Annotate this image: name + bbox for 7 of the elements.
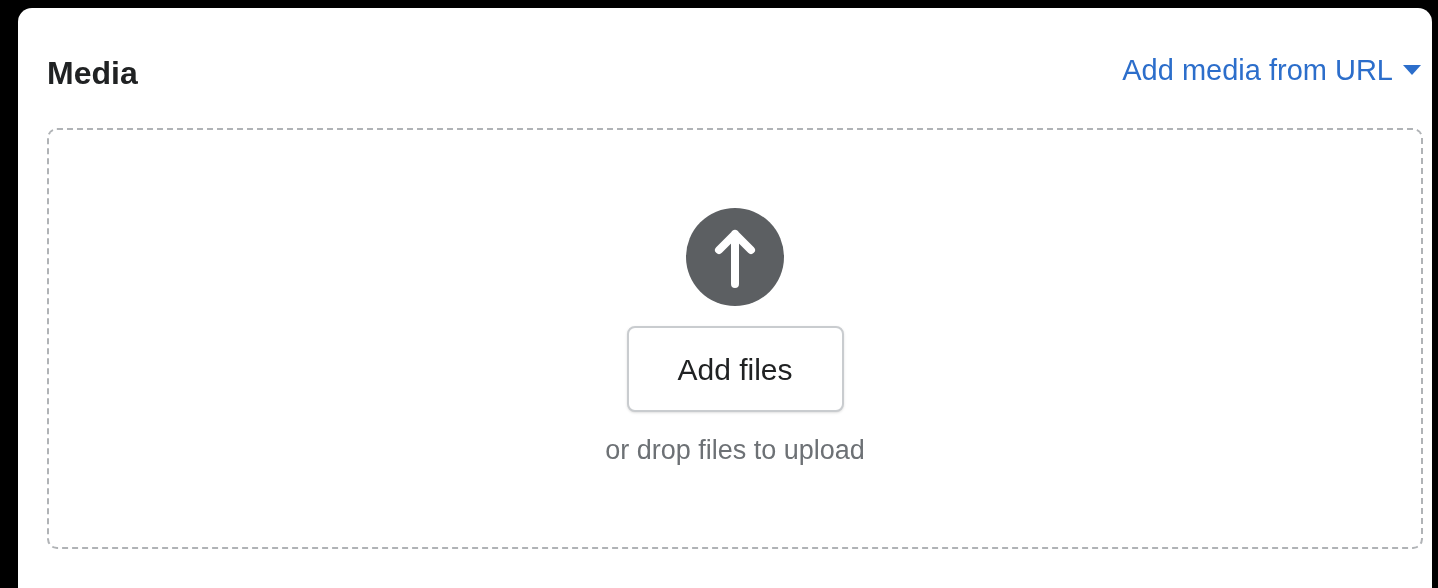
upload-icon	[686, 208, 784, 306]
card-title: Media	[47, 54, 138, 93]
caret-icon	[1403, 65, 1421, 75]
add-files-button[interactable]: Add files	[626, 326, 844, 412]
drop-zone[interactable]: Add files or drop files to upload	[47, 128, 1423, 549]
add-media-link[interactable]: Add media from URL	[1122, 50, 1421, 90]
drop-hint: or drop files to upload	[605, 434, 865, 467]
